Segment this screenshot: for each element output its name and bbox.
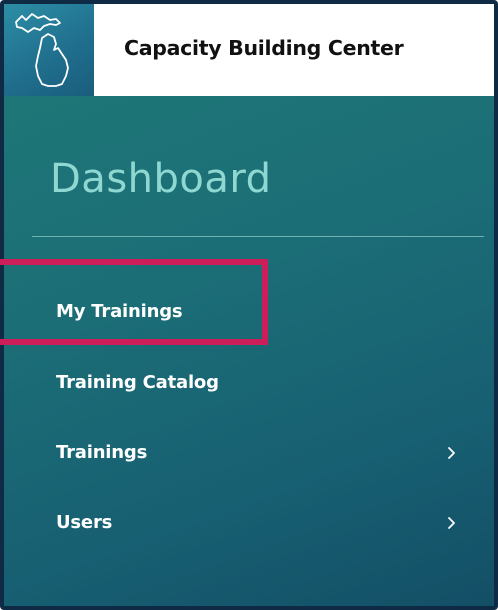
sidebar-item-users[interactable]: Users — [52, 504, 472, 544]
sidebar-item-label: Trainings — [56, 442, 148, 463]
brand-title: Capacity Building Center — [124, 36, 404, 60]
michigan-state-outline-icon — [15, 13, 69, 87]
sidebar-item-training-catalog[interactable]: Training Catalog — [52, 364, 472, 404]
logo-tile[interactable] — [4, 4, 94, 96]
sidebar-item-trainings[interactable]: Trainings — [52, 434, 472, 474]
sidebar-item-my-trainings[interactable]: My Trainings — [52, 293, 472, 333]
sidebar-item-label: Training Catalog — [56, 372, 219, 393]
app-header: Capacity Building Center — [4, 4, 494, 96]
sidebar-item-label: My Trainings — [56, 301, 183, 322]
dashboard-heading: Dashboard — [50, 156, 272, 202]
chevron-right-icon[interactable] — [442, 513, 462, 533]
sidebar-panel: Capacity Building Center Dashboard My Tr… — [0, 0, 498, 610]
chevron-right-icon[interactable] — [442, 443, 462, 463]
sidebar-item-label: Users — [56, 512, 113, 533]
section-divider — [32, 236, 484, 237]
